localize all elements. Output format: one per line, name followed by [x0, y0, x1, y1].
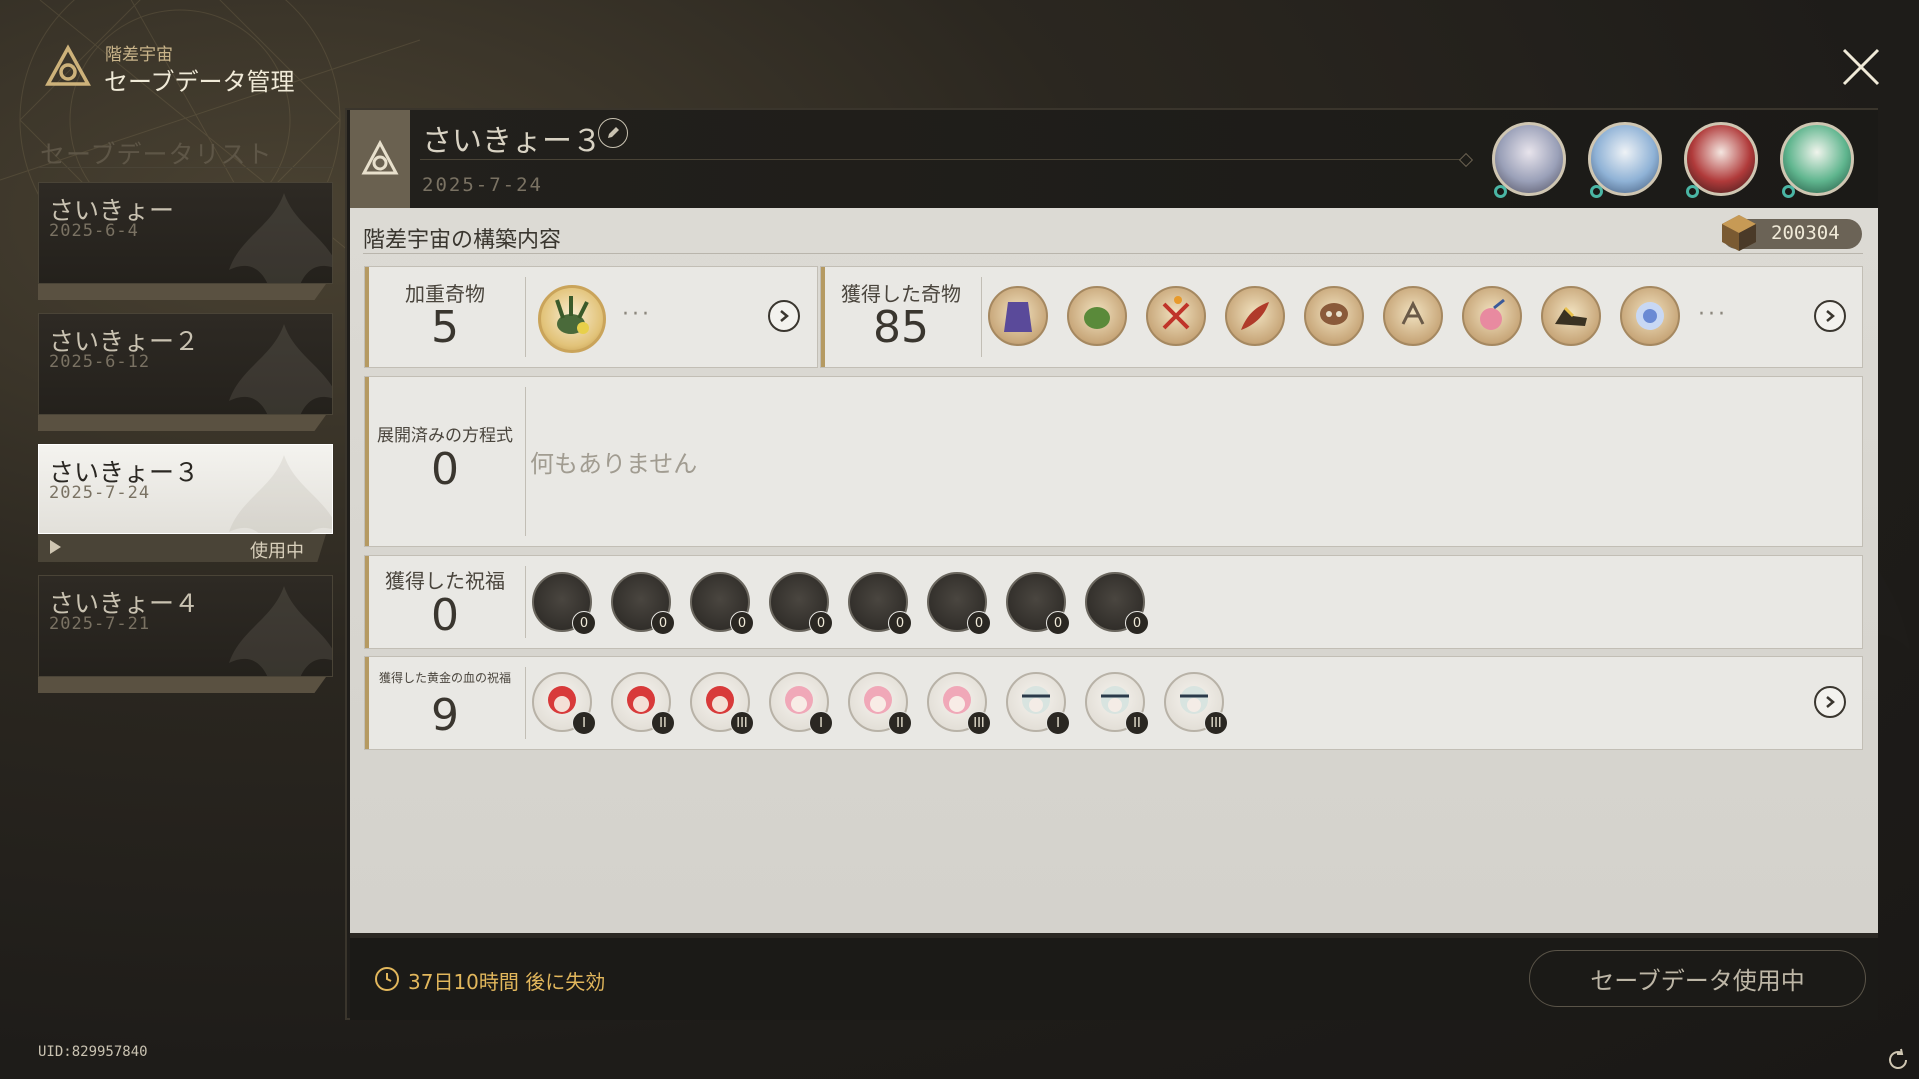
curio-icon[interactable]	[1541, 286, 1601, 346]
chevron-right-icon	[1826, 310, 1835, 322]
save-date: 2025-7-24	[49, 483, 151, 503]
more-indicator: ···	[622, 302, 652, 327]
obtained-curio-count: 85	[873, 302, 929, 353]
play-icon	[50, 540, 61, 554]
curio-icon[interactable]	[988, 286, 1048, 346]
user-uid: UID:829957840	[38, 1044, 148, 1060]
weighted-curio-expand-button[interactable]	[768, 300, 800, 332]
more-indicator: ···	[1698, 302, 1728, 327]
status-dot	[1590, 185, 1603, 198]
save-card-watermark	[229, 455, 332, 533]
tier-badge: I	[809, 711, 833, 735]
save-emblem	[350, 110, 410, 208]
save-in-use-button[interactable]: セーブデータ使用中	[1529, 950, 1866, 1007]
blessings-count: 0	[431, 590, 459, 641]
divergent-universe-icon	[361, 139, 399, 175]
weighted-curio-count: 5	[431, 302, 459, 353]
feather-curio-icon	[1241, 302, 1269, 330]
empty-message: 何もありません	[530, 450, 698, 478]
tier-badge: III	[1204, 711, 1228, 735]
tier-badge: I	[1046, 711, 1070, 735]
cube-points-icon	[1722, 215, 1756, 251]
peach-curio-icon	[1480, 298, 1505, 330]
points-value: 200304	[1771, 222, 1840, 244]
section-title: 階差宇宙の構築内容	[363, 228, 562, 253]
tier-badge: II	[651, 711, 675, 735]
golden-blood-count: 9	[431, 690, 459, 741]
divider	[363, 253, 1863, 254]
edit-name-button[interactable]	[598, 118, 628, 148]
octopus-curio-icon	[1320, 303, 1348, 325]
save-card-watermark	[229, 193, 332, 283]
save-list-title: セーブデータリスト	[40, 140, 273, 169]
blessing-count-badge: 0	[1125, 611, 1149, 635]
divergent-universe-logo	[45, 44, 91, 86]
tier-badge: II	[888, 711, 912, 735]
status-dot	[1782, 185, 1795, 198]
golden-blood-label: 獲得した黄金の血の祝福	[378, 671, 511, 685]
cloak-curio-icon	[1004, 302, 1032, 332]
weighted-curio-icon[interactable]	[538, 285, 606, 353]
blessing-count-badge: 0	[651, 611, 675, 635]
chevron-right-icon	[1826, 696, 1835, 708]
tier-badge: I	[572, 711, 596, 735]
status-dot	[1686, 185, 1699, 198]
curio-icon[interactable]	[1067, 286, 1127, 346]
golden-blood-expand-button[interactable]	[1814, 686, 1846, 718]
blessing-count-badge: 0	[1046, 611, 1070, 635]
tier-badge: III	[967, 711, 991, 735]
refresh-icon[interactable]	[1886, 1048, 1910, 1072]
orb-curio-icon	[1636, 302, 1664, 330]
blessing-count-badge: 0	[730, 611, 754, 635]
chevron-right-icon	[780, 310, 789, 322]
scissors-curio-icon	[1162, 296, 1190, 330]
equations-count: 0	[431, 444, 459, 495]
save-created-date: 2025-7-24	[422, 174, 543, 196]
save-title: さいきょー３	[422, 124, 602, 159]
tier-badge: III	[730, 711, 754, 735]
save-card-watermark	[229, 586, 332, 676]
curio-icon[interactable]	[1304, 286, 1364, 346]
blessing-count-badge: 0	[967, 611, 991, 635]
curio-icon[interactable]	[1620, 286, 1680, 346]
shoe-curio-icon	[1555, 306, 1587, 326]
divider	[38, 167, 333, 168]
save-date: 2025-6-4	[49, 221, 139, 241]
plant-curio-icon	[555, 296, 589, 334]
blessing-count-badge: 0	[572, 611, 596, 635]
status-dot	[1494, 185, 1507, 198]
equations-label: 展開済みの方程式	[377, 426, 513, 446]
expiration-text: 37日10時間 後に失効	[408, 970, 606, 994]
save-card-watermark	[229, 324, 332, 414]
skeleton-curio-icon	[1401, 300, 1425, 325]
save-slot-3-selected[interactable]: さいきょー３ 2025-7-24 使用中	[38, 444, 333, 564]
tier-badge: II	[1125, 711, 1149, 735]
divider	[420, 159, 1460, 160]
turtle-curio-icon	[1084, 307, 1110, 329]
curio-icon[interactable]	[1146, 286, 1206, 346]
save-slot-4[interactable]: さいきょー４ 2025-7-21	[38, 575, 333, 695]
page-title: セーブデータ管理	[104, 68, 295, 96]
in-use-status: 使用中	[250, 541, 304, 562]
save-date: 2025-7-21	[49, 614, 151, 634]
curio-icon[interactable]	[1225, 286, 1285, 346]
close-icon[interactable]	[1840, 46, 1882, 88]
curio-icon[interactable]	[1462, 286, 1522, 346]
save-slot-2[interactable]: さいきょー２ 2025-6-12	[38, 313, 333, 433]
save-date: 2025-6-12	[49, 352, 151, 372]
blessing-count-badge: 0	[809, 611, 833, 635]
save-slot-1[interactable]: さいきょー 2025-6-4	[38, 182, 333, 302]
blessing-count-badge: 0	[888, 611, 912, 635]
pencil-icon	[608, 127, 619, 138]
obtained-curio-expand-button[interactable]	[1814, 300, 1846, 332]
curio-icon[interactable]	[1383, 286, 1443, 346]
clock-icon	[375, 967, 399, 991]
